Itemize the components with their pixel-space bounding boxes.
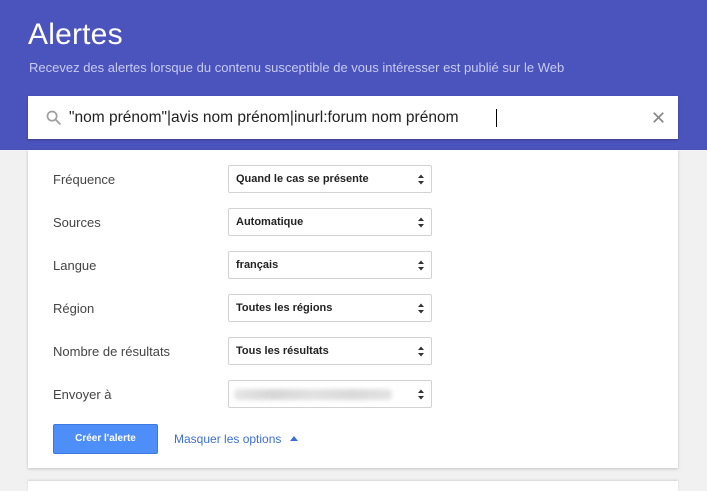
select-arrows-icon — [418, 389, 424, 400]
search-input[interactable] — [69, 96, 629, 139]
result-count-value: Tous les résultats — [236, 345, 329, 357]
frequency-label: Fréquence — [53, 172, 116, 187]
select-arrows-icon — [418, 303, 424, 314]
sources-select[interactable]: Automatique — [228, 208, 432, 236]
hide-options-link[interactable]: Masquer les options — [174, 432, 281, 446]
result-count-label: Nombre de résultats — [53, 344, 171, 359]
language-value: français — [236, 259, 279, 271]
alerts-list-card — [28, 481, 678, 491]
select-arrows-icon — [418, 174, 424, 185]
region-value: Toutes les régions — [236, 302, 333, 314]
send-to-select[interactable] — [228, 380, 432, 408]
result-count-select[interactable]: Tous les résultats — [228, 337, 432, 365]
select-arrows-icon — [418, 217, 424, 228]
region-label: Région — [53, 301, 95, 316]
page-subtitle: Recevez des alertes lorsque du contenu s… — [29, 60, 565, 75]
create-alert-button[interactable]: Créer l'alerte — [53, 424, 158, 454]
language-label: Langue — [53, 258, 97, 273]
options-panel: Fréquence Quand le cas se présente Sourc… — [28, 150, 678, 468]
language-select[interactable]: français — [228, 251, 432, 279]
search-bar — [28, 96, 678, 139]
sources-label: Sources — [53, 215, 101, 230]
page-title: Alertes — [28, 18, 123, 51]
send-to-label: Envoyer à — [53, 387, 112, 402]
sources-value: Automatique — [236, 216, 304, 228]
text-cursor — [496, 109, 497, 127]
select-arrows-icon — [418, 346, 424, 357]
close-icon[interactable] — [649, 108, 668, 127]
search-icon — [46, 110, 61, 125]
frequency-value: Quand le cas se présente — [236, 173, 369, 185]
redacted-email — [234, 389, 392, 400]
caret-up-icon[interactable] — [290, 436, 298, 441]
region-select[interactable]: Toutes les régions — [228, 294, 432, 322]
select-arrows-icon — [418, 260, 424, 271]
frequency-select[interactable]: Quand le cas se présente — [228, 165, 432, 193]
